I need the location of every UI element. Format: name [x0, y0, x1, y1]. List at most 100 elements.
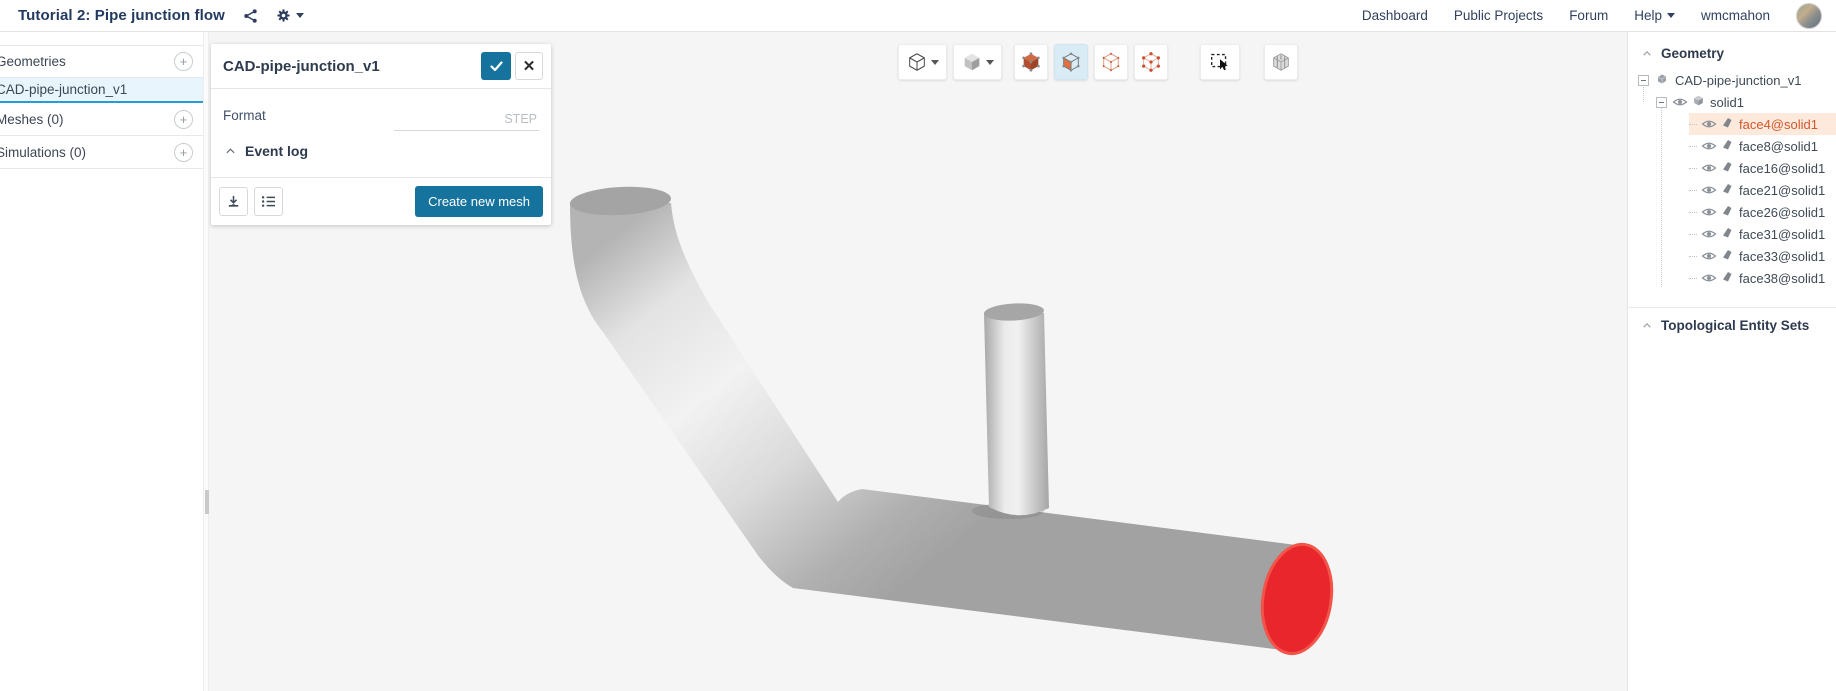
solid-cube-icon: [1692, 94, 1705, 110]
tree-row-face4[interactable]: face4@solid1: [1628, 113, 1836, 135]
settings-gear-icon[interactable]: [276, 8, 304, 23]
tree-row-face21[interactable]: face21@solid1: [1628, 179, 1836, 201]
tree-row-root[interactable]: CAD-pipe-junction_v1: [1628, 69, 1836, 91]
cad-part-icon: [1655, 72, 1669, 88]
gear-caret-icon: [295, 13, 304, 18]
tree-row-face16[interactable]: face16@solid1: [1628, 157, 1836, 179]
face-icon: [1721, 116, 1733, 132]
3d-viewport[interactable]: CAD-pipe-junction_v1 ✕ Format STEP Event…: [209, 32, 1627, 691]
top-bar: Tutorial 2: Pipe junction flow Dashboard…: [0, 0, 1836, 32]
select-vertices-button[interactable]: [1134, 44, 1168, 80]
section-cube-icon: [1273, 53, 1289, 71]
project-title: Tutorial 2: Pipe junction flow: [18, 7, 225, 24]
sidebar-item-cad-pipe-junction[interactable]: CAD-pipe-junction_v1: [0, 78, 203, 103]
project-sidebar: Geometries + CAD-pipe-junction_v1 Meshes…: [0, 32, 203, 691]
nav-public-projects[interactable]: Public Projects: [1454, 8, 1543, 23]
select-faces-button[interactable]: [1054, 44, 1088, 80]
geometry-section-header[interactable]: Geometry: [1628, 32, 1836, 69]
select-edges-button[interactable]: [1094, 44, 1128, 80]
select-vertices-icon: [1142, 52, 1160, 72]
nav-forum[interactable]: Forum: [1569, 8, 1608, 23]
nav-dashboard[interactable]: Dashboard: [1362, 8, 1428, 23]
visibility-eye-icon[interactable]: [1701, 249, 1717, 264]
visibility-eye-icon[interactable]: [1701, 205, 1717, 220]
box-select-button[interactable]: [1200, 44, 1240, 80]
topological-entity-sets-header[interactable]: Topological Entity Sets: [1628, 308, 1836, 333]
visibility-eye-icon[interactable]: [1701, 139, 1717, 154]
close-button[interactable]: ✕: [515, 52, 543, 80]
face-icon: [1721, 138, 1733, 154]
visibility-eye-icon[interactable]: [1701, 271, 1717, 286]
face-icon: [1721, 204, 1733, 220]
face-icon: [1721, 248, 1733, 264]
select-volumes-button[interactable]: [1014, 44, 1048, 80]
viewport-toolbar: [898, 44, 1298, 80]
geometry-tree: CAD-pipe-junction_v1 solid1 face4@solid1…: [1628, 69, 1836, 289]
user-avatar[interactable]: [1796, 2, 1822, 29]
username[interactable]: wmcmahon: [1701, 8, 1770, 23]
tree-row-solid[interactable]: solid1: [1628, 91, 1836, 113]
face-icon: [1721, 226, 1733, 242]
select-faces-icon: [1062, 52, 1080, 72]
select-volumes-icon: [1022, 52, 1040, 72]
close-x-icon: ✕: [522, 57, 536, 75]
render-mode-cube-icon: [964, 53, 980, 71]
pipe-body[interactable]: [570, 202, 1319, 651]
visibility-eye-icon[interactable]: [1701, 227, 1717, 242]
tree-row-face38[interactable]: face38@solid1: [1628, 267, 1836, 289]
section-view-button[interactable]: [1264, 44, 1298, 80]
visibility-eye-icon[interactable]: [1701, 117, 1717, 132]
tree-solid-label: solid1: [1710, 94, 1744, 110]
view-orientation-button[interactable]: [898, 44, 947, 80]
resize-grip-icon: [205, 490, 207, 514]
visibility-eye-icon[interactable]: [1672, 95, 1688, 110]
sidebar-item-geometries[interactable]: Geometries +: [0, 45, 203, 78]
tree-row-face33[interactable]: face33@solid1: [1628, 245, 1836, 267]
event-list-icon: [261, 196, 275, 207]
format-value-field[interactable]: STEP: [394, 112, 539, 131]
format-row: Format STEP: [223, 99, 539, 131]
panel-header: CAD-pipe-junction_v1 ✕: [211, 44, 551, 89]
collapse-expander-icon[interactable]: [1656, 96, 1667, 108]
visibility-eye-icon[interactable]: [1701, 161, 1717, 176]
sidebar-item-simulations[interactable]: Simulations (0) +: [0, 136, 203, 169]
panel-title: CAD-pipe-junction_v1: [223, 57, 380, 75]
scene-tree-panel: Geometry CAD-pipe-junction_v1 solid1 fac…: [1627, 32, 1836, 691]
face-icon: [1721, 270, 1733, 286]
face-icon: [1721, 182, 1733, 198]
geometry-collapse-chevron-icon: [1643, 51, 1651, 56]
branch-pipe[interactable]: [984, 313, 1049, 516]
tree-row-face8[interactable]: face8@solid1: [1628, 135, 1836, 157]
view-orientation-cube-icon: [909, 53, 925, 71]
render-caret-icon: [986, 59, 994, 65]
tree-row-face26[interactable]: face26@solid1: [1628, 201, 1836, 223]
create-new-mesh-button[interactable]: Create new mesh: [415, 186, 543, 217]
confirm-button[interactable]: [481, 52, 511, 80]
geometry-settings-panel: CAD-pipe-junction_v1 ✕ Format STEP Event…: [211, 44, 551, 225]
event-log-toggle[interactable]: Event log: [223, 131, 539, 173]
download-button[interactable]: [219, 187, 248, 216]
face-icon: [1721, 160, 1733, 176]
tree-row-face31[interactable]: face31@solid1: [1628, 223, 1836, 245]
check-icon: [489, 60, 503, 71]
tree-root-label: CAD-pipe-junction_v1: [1675, 72, 1802, 88]
nav-help[interactable]: Help: [1634, 8, 1675, 23]
event-log-list-button[interactable]: [254, 187, 283, 216]
sidebar-item-meshes[interactable]: Meshes (0) +: [0, 103, 203, 136]
panel-footer: Create new mesh: [211, 177, 551, 225]
add-geometry-icon[interactable]: +: [174, 52, 193, 71]
visibility-eye-icon[interactable]: [1701, 183, 1717, 198]
topological-collapse-chevron-icon: [1643, 323, 1651, 328]
orientation-caret-icon: [931, 59, 939, 65]
select-edges-icon: [1102, 52, 1120, 72]
download-icon: [228, 195, 239, 207]
box-select-icon: [1211, 53, 1228, 71]
collapse-expander-icon[interactable]: [1638, 74, 1649, 86]
format-label: Format: [223, 108, 266, 123]
help-caret-icon: [1666, 13, 1675, 18]
render-mode-button[interactable]: [953, 44, 1002, 80]
add-mesh-icon[interactable]: +: [174, 109, 193, 129]
collapse-chevron-icon: [226, 148, 235, 154]
add-simulation-icon[interactable]: +: [174, 142, 193, 162]
share-icon[interactable]: [243, 8, 258, 24]
